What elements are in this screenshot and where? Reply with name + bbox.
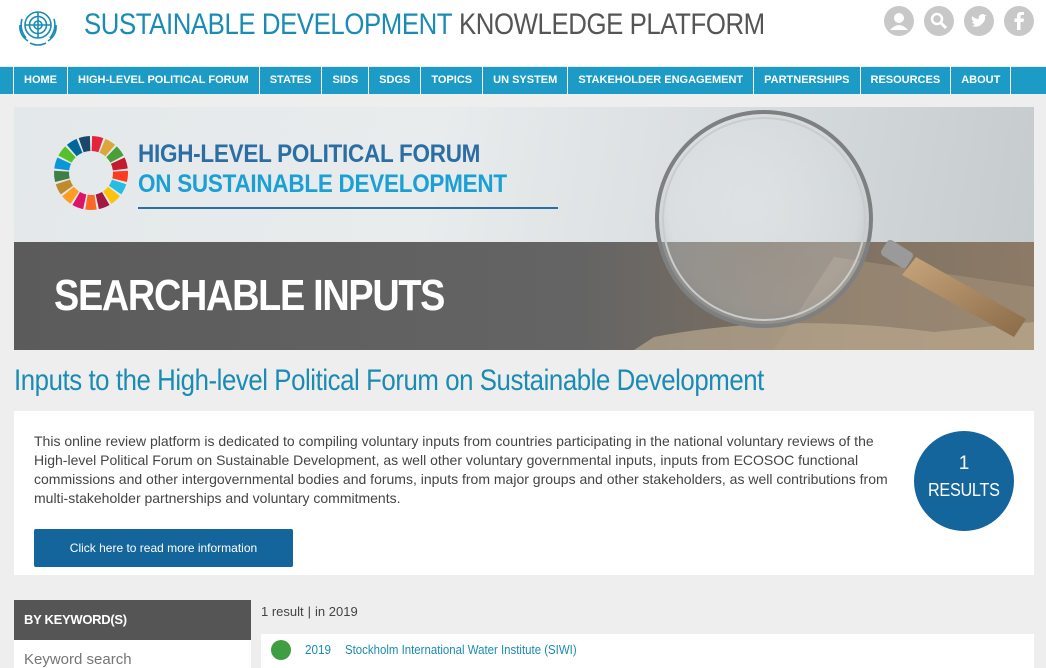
brand-part2: KNOWLEDGE PLATFORM bbox=[459, 8, 765, 41]
sdg-wheel-segment bbox=[54, 170, 70, 183]
nav-item-states[interactable]: STATES bbox=[260, 67, 323, 94]
site-header: SUSTAINABLE DEVELOPMENT KNOWLEDGE PLATFOR… bbox=[0, 0, 1046, 66]
nav-item-hlpf[interactable]: HIGH-LEVEL POLITICAL FORUM bbox=[68, 67, 260, 94]
facebook-icon[interactable] bbox=[1004, 6, 1034, 36]
sdg-wheel-icon bbox=[54, 136, 128, 210]
un-emblem-icon[interactable] bbox=[14, 5, 62, 47]
banner-title: SEARCHABLE INPUTS bbox=[54, 271, 445, 320]
hlpf-logo-rule bbox=[138, 207, 558, 209]
nav-item-un-system[interactable]: UN SYSTEM bbox=[483, 67, 569, 94]
results-separator: | bbox=[307, 604, 312, 619]
nav-item-stakeholder-engagement[interactable]: STAKEHOLDER ENGAGEMENT bbox=[568, 67, 755, 94]
result-name-link[interactable]: Stockholm International Water Institute … bbox=[345, 642, 577, 657]
hlpf-logo-line1: HIGH-LEVEL POLITICAL FORUM bbox=[138, 140, 481, 168]
nav-item-about[interactable]: ABOUT bbox=[951, 67, 1012, 94]
keyword-search-input[interactable] bbox=[14, 640, 251, 668]
nav-item-sdgs[interactable]: SDGS bbox=[369, 67, 422, 94]
keyword-filter-heading[interactable]: BY KEYWORD(S) bbox=[14, 600, 251, 640]
sdg-wheel-segment bbox=[112, 170, 128, 183]
intro-panel: This online review platform is dedicated… bbox=[14, 411, 1034, 575]
brand-part1: SUSTAINABLE DEVELOPMENT bbox=[84, 8, 453, 41]
sdg-wheel-segment bbox=[85, 194, 97, 210]
hlpf-logo-line2: ON SUSTAINABLE DEVELOPMENT bbox=[138, 170, 507, 198]
result-year[interactable]: 2019 bbox=[305, 642, 331, 657]
nav-item-sids[interactable]: SIDS bbox=[322, 67, 370, 94]
intro-description: This online review platform is dedicated… bbox=[34, 433, 888, 506]
page-title: Inputs to the High-level Political Forum… bbox=[14, 364, 764, 397]
site-brand[interactable]: SUSTAINABLE DEVELOPMENT KNOWLEDGE PLATFOR… bbox=[84, 8, 765, 42]
result-status-dot-icon bbox=[271, 640, 291, 660]
hero-banner: HIGH-LEVEL POLITICAL FORUM ON SUSTAINABL… bbox=[14, 107, 1034, 350]
main-nav: HOME HIGH-LEVEL POLITICAL FORUM STATES S… bbox=[0, 67, 1046, 94]
nav-item-partnerships[interactable]: PARTNERSHIPS bbox=[754, 67, 861, 94]
result-item[interactable]: 2019 Stockholm International Water Insti… bbox=[261, 634, 1034, 668]
results-count-text: 1 result bbox=[261, 604, 304, 619]
read-more-button[interactable]: Click here to read more information bbox=[34, 529, 293, 567]
nav-item-home[interactable]: HOME bbox=[13, 67, 68, 94]
user-icon[interactable] bbox=[884, 6, 914, 36]
results-label: RESULTS bbox=[928, 480, 1000, 500]
search-icon[interactable] bbox=[924, 6, 954, 36]
hlpf-logo-text: HIGH-LEVEL POLITICAL FORUM ON SUSTAINABL… bbox=[138, 139, 507, 199]
nav-item-resources[interactable]: RESOURCES bbox=[861, 67, 952, 94]
results-count-badge: 1 RESULTS bbox=[914, 431, 1014, 531]
magnifier-image bbox=[634, 110, 1034, 350]
twitter-icon[interactable] bbox=[964, 6, 994, 36]
nav-item-topics[interactable]: TOPICS bbox=[421, 67, 484, 94]
results-filter-text: in 2019 bbox=[315, 604, 358, 619]
results-summary: 1 result | in 2019 bbox=[261, 604, 358, 619]
results-count: 1 bbox=[958, 453, 970, 474]
